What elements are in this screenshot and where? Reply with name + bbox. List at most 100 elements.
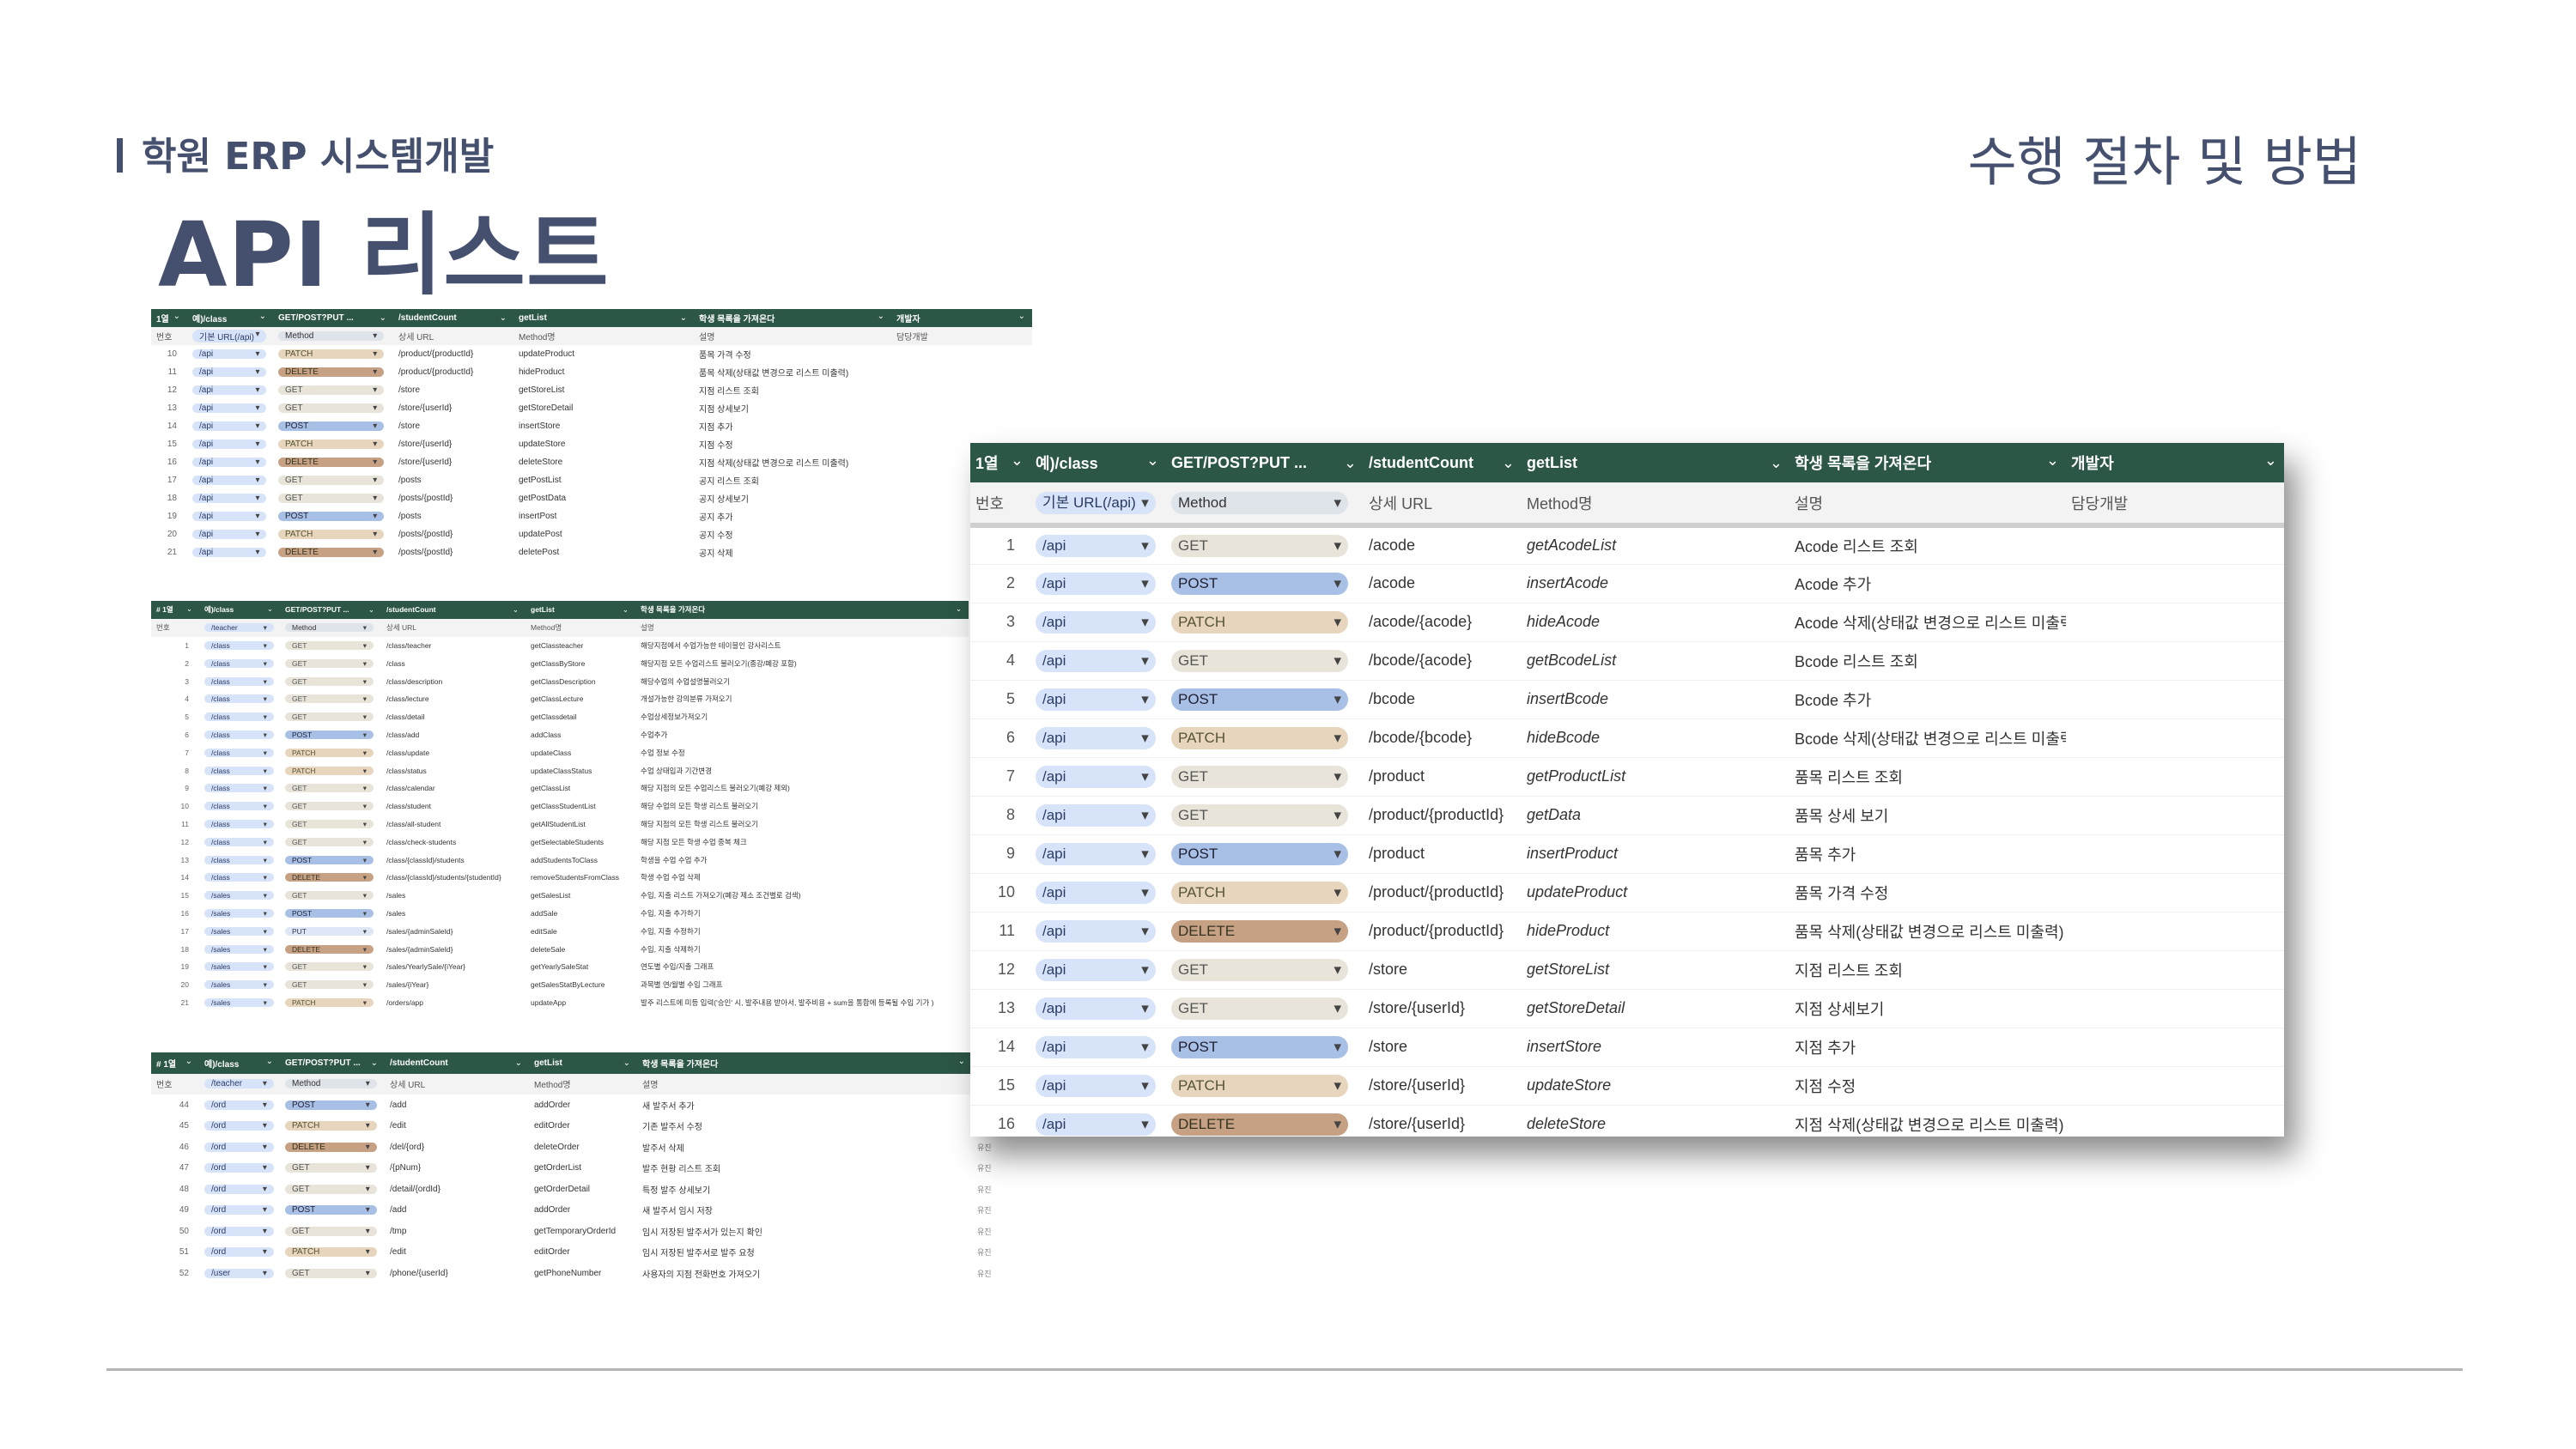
base-url-select[interactable]: /class bbox=[204, 784, 274, 793]
column-header[interactable]: /studentCount ⌄ bbox=[385, 1052, 529, 1074]
base-url-select[interactable]: /user bbox=[204, 1268, 274, 1278]
base-url-select[interactable]: /api bbox=[192, 512, 267, 521]
base-url-select[interactable]: /ord bbox=[204, 1100, 274, 1110]
base-url-select[interactable]: /api bbox=[192, 494, 267, 503]
column-header[interactable]: GET/POST?PUT ... ⌄ bbox=[273, 309, 393, 327]
base-url-select[interactable]: /class bbox=[204, 748, 274, 758]
chevron-down-icon[interactable]: ⌄ bbox=[1344, 454, 1357, 472]
method-select[interactable]: DELETE bbox=[278, 367, 385, 377]
method-select[interactable]: GET bbox=[285, 837, 374, 847]
method-select[interactable]: POST bbox=[285, 855, 374, 865]
base-url-select[interactable]: /api bbox=[1036, 919, 1156, 943]
base-url-select[interactable]: /sales bbox=[204, 980, 274, 990]
subheader-select[interactable]: Method bbox=[285, 623, 374, 633]
base-url-select[interactable]: /class bbox=[204, 855, 274, 865]
column-header[interactable]: 예)/class ⌄ bbox=[1030, 443, 1166, 483]
column-header[interactable]: 예)/class ⌄ bbox=[187, 309, 273, 327]
base-url-select[interactable]: /class bbox=[204, 802, 274, 811]
column-header[interactable]: /studentCount ⌄ bbox=[393, 309, 513, 327]
chevron-down-icon[interactable]: ⌄ bbox=[513, 605, 519, 615]
column-header[interactable]: getList ⌄ bbox=[526, 601, 635, 619]
column-header[interactable]: 학생 목록을 가져온다 ⌄ bbox=[1789, 443, 2066, 483]
method-select[interactable]: DELETE bbox=[1171, 919, 1349, 943]
chevron-down-icon[interactable]: ⌄ bbox=[500, 313, 507, 323]
base-url-select[interactable]: /class bbox=[204, 658, 274, 669]
chevron-down-icon[interactable]: ⌄ bbox=[380, 313, 386, 323]
chevron-down-icon[interactable]: ⌄ bbox=[1770, 454, 1783, 472]
base-url-select[interactable]: /class bbox=[204, 676, 274, 687]
method-select[interactable]: GET bbox=[1171, 649, 1349, 672]
method-select[interactable]: GET bbox=[285, 1226, 377, 1236]
base-url-select[interactable]: /api bbox=[1036, 534, 1156, 557]
method-select[interactable]: POST bbox=[1171, 572, 1349, 595]
method-select[interactable]: GET bbox=[1171, 765, 1349, 788]
base-url-select[interactable]: /api bbox=[192, 458, 267, 467]
subheader-select[interactable]: 기본 URL(/api) bbox=[192, 330, 267, 343]
chevron-down-icon[interactable]: ⌄ bbox=[267, 604, 273, 614]
subheader-select[interactable]: /teacher bbox=[204, 623, 274, 633]
base-url-select[interactable]: /class bbox=[204, 819, 274, 829]
base-url-select[interactable]: /api bbox=[1036, 1074, 1156, 1097]
base-url-select[interactable]: /ord bbox=[204, 1184, 274, 1194]
method-select[interactable]: PATCH bbox=[1171, 1074, 1349, 1097]
method-select[interactable]: GET bbox=[285, 1268, 377, 1278]
base-url-select[interactable]: /ord bbox=[204, 1226, 274, 1236]
base-url-select[interactable]: /sales bbox=[204, 891, 274, 900]
base-url-select[interactable]: /api bbox=[1036, 688, 1156, 711]
method-select[interactable]: GET bbox=[285, 640, 374, 651]
method-select[interactable]: DELETE bbox=[285, 944, 374, 955]
method-select[interactable]: DELETE bbox=[278, 458, 385, 467]
subheader-select[interactable]: 기본 URL(/api) bbox=[1036, 492, 1156, 514]
base-url-select[interactable]: /api bbox=[192, 367, 267, 377]
column-header[interactable]: GET/POST?PUT ... ⌄ bbox=[280, 1052, 385, 1074]
method-select[interactable]: GET bbox=[1171, 534, 1349, 557]
base-url-select[interactable]: /api bbox=[1036, 572, 1156, 595]
method-select[interactable]: GET bbox=[285, 1163, 377, 1173]
base-url-select[interactable]: /sales bbox=[204, 926, 274, 937]
base-url-select[interactable]: /api bbox=[1036, 997, 1156, 1020]
method-select[interactable]: POST bbox=[285, 730, 374, 740]
chevron-down-icon[interactable]: ⌄ bbox=[1502, 454, 1515, 472]
base-url-select[interactable]: /api bbox=[1036, 881, 1156, 904]
method-select[interactable]: POST bbox=[278, 512, 385, 521]
base-url-select[interactable]: /api bbox=[1036, 842, 1156, 865]
base-url-select[interactable]: /class bbox=[204, 640, 274, 651]
method-select[interactable]: GET bbox=[285, 819, 374, 829]
chevron-down-icon[interactable]: ⌄ bbox=[266, 1057, 273, 1066]
method-select[interactable]: PATCH bbox=[1171, 726, 1349, 749]
chevron-down-icon[interactable]: ⌄ bbox=[185, 1057, 192, 1066]
method-select[interactable]: GET bbox=[278, 476, 385, 485]
chevron-down-icon[interactable]: ⌄ bbox=[2046, 452, 2059, 470]
method-select[interactable]: GET bbox=[285, 784, 374, 793]
base-url-select[interactable]: /api bbox=[192, 403, 267, 413]
base-url-select[interactable]: /api bbox=[192, 440, 267, 449]
subheader-select[interactable]: /teacher bbox=[204, 1079, 274, 1089]
base-url-select[interactable]: /class bbox=[204, 694, 274, 704]
column-header[interactable]: /studentCount ⌄ bbox=[381, 601, 526, 619]
method-select[interactable]: PATCH bbox=[285, 766, 374, 776]
column-header[interactable]: GET/POST?PUT ... ⌄ bbox=[280, 601, 381, 619]
method-select[interactable]: PATCH bbox=[278, 440, 385, 449]
chevron-down-icon[interactable]: ⌄ bbox=[623, 1058, 630, 1068]
method-select[interactable]: GET bbox=[1171, 997, 1349, 1020]
chevron-down-icon[interactable]: ⌄ bbox=[956, 604, 962, 614]
method-select[interactable]: GET bbox=[285, 802, 374, 811]
method-select[interactable]: DELETE bbox=[285, 873, 374, 882]
base-url-select[interactable]: /sales bbox=[204, 962, 274, 972]
method-select[interactable]: PATCH bbox=[285, 748, 374, 758]
base-url-select[interactable]: /api bbox=[1036, 726, 1156, 749]
base-url-select[interactable]: /api bbox=[192, 530, 267, 539]
chevron-down-icon[interactable]: ⌄ bbox=[186, 604, 192, 614]
chevron-down-icon[interactable]: ⌄ bbox=[173, 312, 180, 321]
chevron-down-icon[interactable]: ⌄ bbox=[958, 1057, 965, 1066]
column-header[interactable]: /studentCount ⌄ bbox=[1364, 443, 1522, 483]
base-url-select[interactable]: /api bbox=[1036, 765, 1156, 788]
base-url-select[interactable]: /api bbox=[192, 548, 267, 557]
base-url-select[interactable]: /api bbox=[192, 349, 267, 359]
method-select[interactable]: GET bbox=[278, 403, 385, 413]
chevron-down-icon[interactable]: ⌄ bbox=[680, 313, 687, 323]
method-select[interactable]: PATCH bbox=[285, 997, 374, 1008]
base-url-select[interactable]: /class bbox=[204, 837, 274, 847]
method-select[interactable]: PUT bbox=[285, 926, 374, 937]
base-url-select[interactable]: /api bbox=[1036, 610, 1156, 634]
